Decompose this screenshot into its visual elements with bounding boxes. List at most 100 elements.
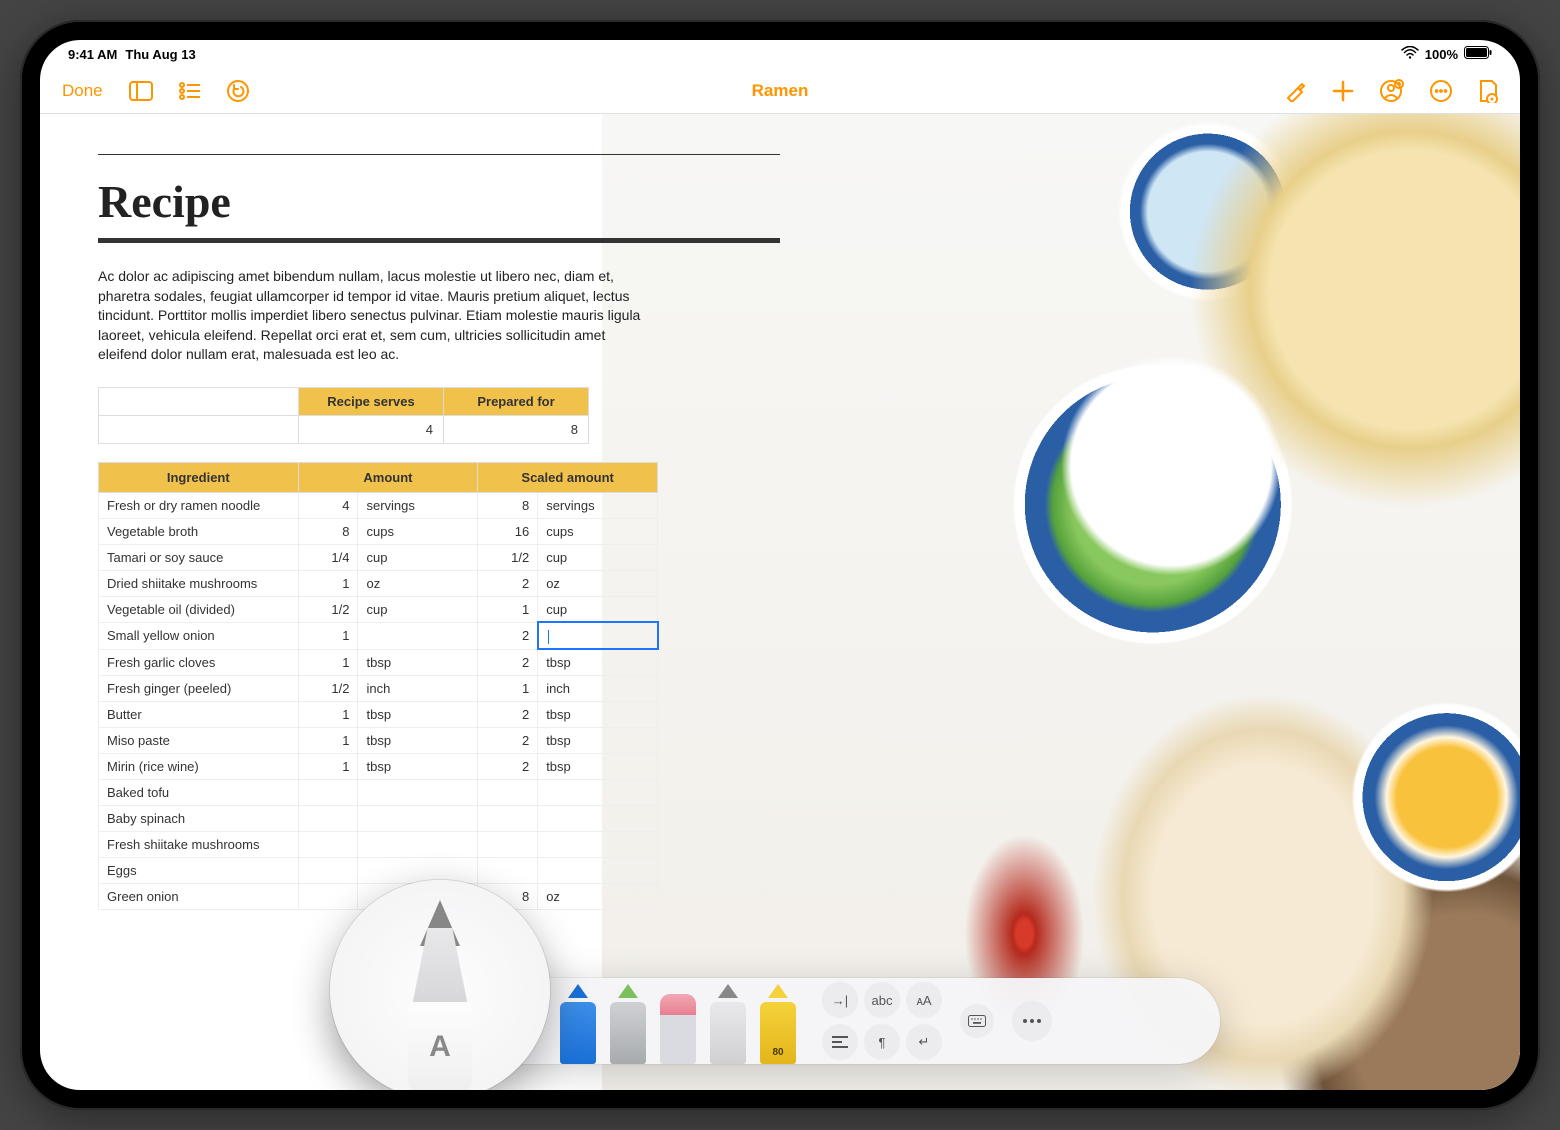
format-brush-icon[interactable] <box>1284 80 1306 102</box>
table-cell[interactable]: inch <box>538 675 658 701</box>
table-cell[interactable]: Green onion <box>99 883 299 909</box>
table-cell[interactable]: Vegetable oil (divided) <box>99 596 299 622</box>
table-row[interactable]: Fresh shiitake mushrooms <box>99 831 658 857</box>
table-cell[interactable]: Fresh ginger (peeled) <box>99 675 299 701</box>
pen-tool-marker[interactable] <box>610 994 646 1064</box>
recipe-paragraph[interactable]: Ac dolor ac adipiscing amet bibendum nul… <box>98 267 658 365</box>
abc-button[interactable]: abc <box>864 982 900 1018</box>
table-cell[interactable]: Fresh or dry ramen noodle <box>99 492 299 518</box>
done-button[interactable]: Done <box>62 81 103 101</box>
table-cell[interactable] <box>538 622 658 649</box>
table-cell[interactable]: Tamari or soy sauce <box>99 544 299 570</box>
table-row[interactable]: Vegetable oil (divided)1/2cup1cup <box>99 596 658 622</box>
pilcrow-icon[interactable]: ¶ <box>864 1024 900 1060</box>
pen-tool-blue[interactable] <box>560 994 596 1064</box>
table-cell[interactable]: Baby spinach <box>99 805 299 831</box>
table-row[interactable]: Miso paste1tbsp2tbsp <box>99 727 658 753</box>
ing-header-2[interactable]: Amount <box>298 462 478 492</box>
table-cell[interactable]: 1/2 <box>298 675 358 701</box>
table-cell[interactable]: servings <box>358 492 478 518</box>
table-cell[interactable]: inch <box>358 675 478 701</box>
table-cell[interactable]: 1 <box>298 649 358 675</box>
table-cell[interactable]: 2 <box>478 727 538 753</box>
table-cell[interactable] <box>478 857 538 883</box>
sidebar-toggle-icon[interactable] <box>129 81 153 101</box>
table-cell[interactable]: 1 <box>298 701 358 727</box>
table-cell[interactable]: 1 <box>298 753 358 779</box>
table-cell[interactable]: Eggs <box>99 857 299 883</box>
table-cell[interactable]: Vegetable broth <box>99 518 299 544</box>
align-icon[interactable] <box>822 1024 858 1060</box>
table-cell[interactable]: Baked tofu <box>99 779 299 805</box>
table-cell[interactable]: 4 <box>298 492 358 518</box>
table-cell[interactable]: tbsp <box>358 649 478 675</box>
ing-header-3[interactable]: Scaled amount <box>478 462 658 492</box>
table-cell[interactable]: 1/4 <box>298 544 358 570</box>
table-cell[interactable] <box>358 622 478 649</box>
table-cell[interactable]: tbsp <box>538 727 658 753</box>
table-cell[interactable] <box>538 831 658 857</box>
pen-tool-pencil[interactable] <box>710 994 746 1064</box>
table-cell[interactable]: cups <box>358 518 478 544</box>
indent-icon[interactable]: →| <box>822 982 858 1018</box>
table-row[interactable]: Dried shiitake mushrooms1oz2oz <box>99 570 658 596</box>
table-cell[interactable]: Fresh garlic cloves <box>99 649 299 675</box>
table-cell[interactable] <box>298 857 358 883</box>
table-row[interactable]: Baked tofu <box>99 779 658 805</box>
table-row[interactable]: Tamari or soy sauce1/4cup1/2cup <box>99 544 658 570</box>
table-cell[interactable] <box>298 805 358 831</box>
table-cell[interactable] <box>478 805 538 831</box>
add-icon[interactable] <box>1332 80 1354 102</box>
return-icon[interactable]: ↵ <box>906 1024 942 1060</box>
table-cell[interactable]: 2 <box>478 753 538 779</box>
outline-icon[interactable] <box>179 82 201 100</box>
table-cell[interactable] <box>298 831 358 857</box>
serves-value-1[interactable]: 4 <box>299 415 444 443</box>
table-cell[interactable] <box>478 779 538 805</box>
toolbar-more-icon[interactable] <box>1012 1001 1052 1041</box>
table-row[interactable]: Vegetable broth8cups16cups <box>99 518 658 544</box>
table-cell[interactable]: cup <box>538 544 658 570</box>
table-cell[interactable]: 16 <box>478 518 538 544</box>
table-cell[interactable]: oz <box>538 883 658 909</box>
table-row[interactable]: Baby spinach <box>99 805 658 831</box>
table-cell[interactable]: tbsp <box>538 649 658 675</box>
serves-header-1[interactable]: Recipe serves <box>299 387 444 415</box>
table-row[interactable]: Butter1tbsp2tbsp <box>99 701 658 727</box>
table-cell[interactable]: tbsp <box>358 727 478 753</box>
table-cell[interactable]: cup <box>358 596 478 622</box>
table-cell[interactable]: Miso paste <box>99 727 299 753</box>
table-cell[interactable] <box>298 779 358 805</box>
pen-tool-eraser[interactable] <box>660 994 696 1064</box>
serves-value-2[interactable]: 8 <box>444 415 589 443</box>
table-cell[interactable] <box>358 831 478 857</box>
table-cell[interactable]: servings <box>538 492 658 518</box>
table-row[interactable]: Eggs <box>99 857 658 883</box>
document-options-icon[interactable] <box>1478 79 1498 103</box>
table-cell[interactable]: Fresh shiitake mushrooms <box>99 831 299 857</box>
table-cell[interactable]: oz <box>538 570 658 596</box>
table-row[interactable]: Small yellow onion12 <box>99 622 658 649</box>
table-cell[interactable] <box>358 779 478 805</box>
table-cell[interactable]: 8 <box>478 492 538 518</box>
pen-tool-highlighter[interactable]: 80 <box>760 994 796 1064</box>
table-cell[interactable]: 2 <box>478 701 538 727</box>
table-row[interactable]: Mirin (rice wine)1tbsp2tbsp <box>99 753 658 779</box>
table-cell[interactable]: 1 <box>478 675 538 701</box>
table-cell[interactable]: 1 <box>478 596 538 622</box>
table-cell[interactable] <box>538 857 658 883</box>
table-cell[interactable]: 1 <box>298 727 358 753</box>
table-cell[interactable]: Dried shiitake mushrooms <box>99 570 299 596</box>
table-cell[interactable] <box>478 831 538 857</box>
keyboard-icon[interactable] <box>960 1004 994 1038</box>
serves-blank-cell[interactable] <box>99 387 299 415</box>
table-cell[interactable] <box>538 805 658 831</box>
ing-header-1[interactable]: Ingredient <box>99 462 299 492</box>
table-cell[interactable]: tbsp <box>538 701 658 727</box>
more-icon[interactable] <box>1430 80 1452 102</box>
undo-icon[interactable] <box>227 80 249 102</box>
table-cell[interactable]: cup <box>538 596 658 622</box>
recipe-heading[interactable]: Recipe <box>98 154 780 228</box>
table-cell[interactable]: 1 <box>298 570 358 596</box>
table-cell[interactable] <box>298 883 358 909</box>
